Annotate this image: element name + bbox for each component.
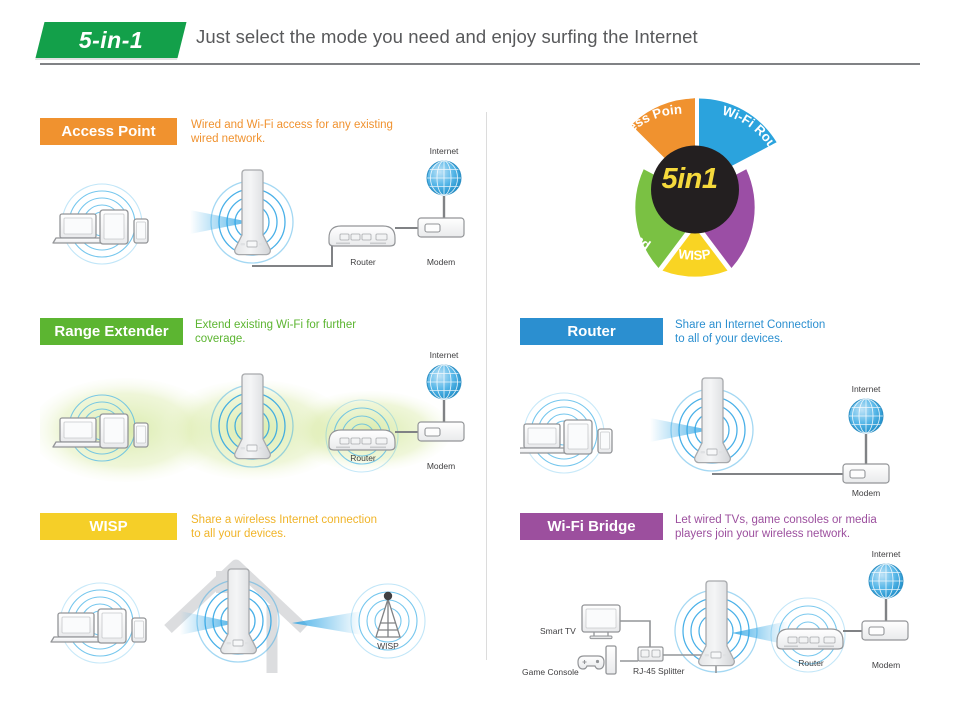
smart-tv-icon [581,604,621,640]
infographic-page: 5-in-1 Just select the mode you need and… [0,0,960,709]
page-tagline: Just select the mode you need and enjoy … [196,26,698,47]
column-divider [486,112,487,660]
label-internet: Internet [871,549,901,559]
wheel-center-disc [651,145,739,234]
label-modem: Modem [851,488,881,498]
diagram-wisp [50,559,426,673]
diagram-range-extender [40,364,465,482]
mode-wheel-svg: Access Point Wi-Fi Router Wi-Fi Bridge W… [585,88,792,303]
modem-icon [417,217,465,238]
wifi-bridge-device-icon [698,580,735,667]
label-game-console: Game Console [522,667,579,677]
mode-section-access-point: Access Point Wired and Wi-Fi access for … [40,118,480,288]
label-router: Router [350,453,376,463]
label-router: Router [350,257,376,267]
diagram-router [520,377,890,484]
client-devices-icon [520,419,613,455]
label-modem: Modem [871,660,901,670]
mode-section-wisp: WISP Share a wireless Internet connectio… [40,513,480,693]
label-internet: Internet [429,350,459,360]
label-router: Router [798,658,824,668]
internet-globe-icon [426,160,462,196]
router-icon [776,628,844,650]
page-header: 5-in-1 Just select the mode you need and… [0,0,960,72]
label-modem: Modem [426,257,456,267]
internet-globe-icon [848,398,884,434]
five-in-one-badge-label: 5-in-1 [78,26,144,53]
five-in-one-badge: 5-in-1 [35,22,187,58]
wisp-tower-icon [375,596,401,638]
mode-section-wifi-bridge: Wi-Fi Bridge Let wired TVs, game console… [520,513,940,695]
label-internet: Internet [429,146,459,156]
router-icon [328,429,396,451]
modem-icon [842,463,890,484]
label-wisp-tower: WISP [377,641,399,651]
modem-icon [417,421,465,442]
internet-globe-icon [426,364,462,400]
router-icon [328,225,396,247]
wheel-label-wisp: WISP [677,246,712,263]
label-internet: Internet [851,384,881,394]
modem-icon [861,620,909,641]
wisp-tower-beacon [383,591,393,601]
mode-section-router: Router Share an Internet Connection to a… [520,318,940,498]
mode-wheel: Access Point Wi-Fi Router Wi-Fi Bridge W… [585,88,815,303]
header-divider-rule [40,63,920,65]
label-smart-tv: Smart TV [540,626,576,636]
internet-globe-icon [868,563,904,599]
label-rj45-splitter: RJ-45 Splitter [633,666,685,676]
rj45-splitter-icon [637,646,664,662]
wheel-caption: Switch mode at will! [614,301,783,303]
game-console-icon [577,645,617,675]
label-modem: Modem [426,461,456,471]
mode-section-range-extender: Range Extender Extend existing Wi-Fi for… [40,318,480,490]
diagram-access-point [52,160,465,267]
